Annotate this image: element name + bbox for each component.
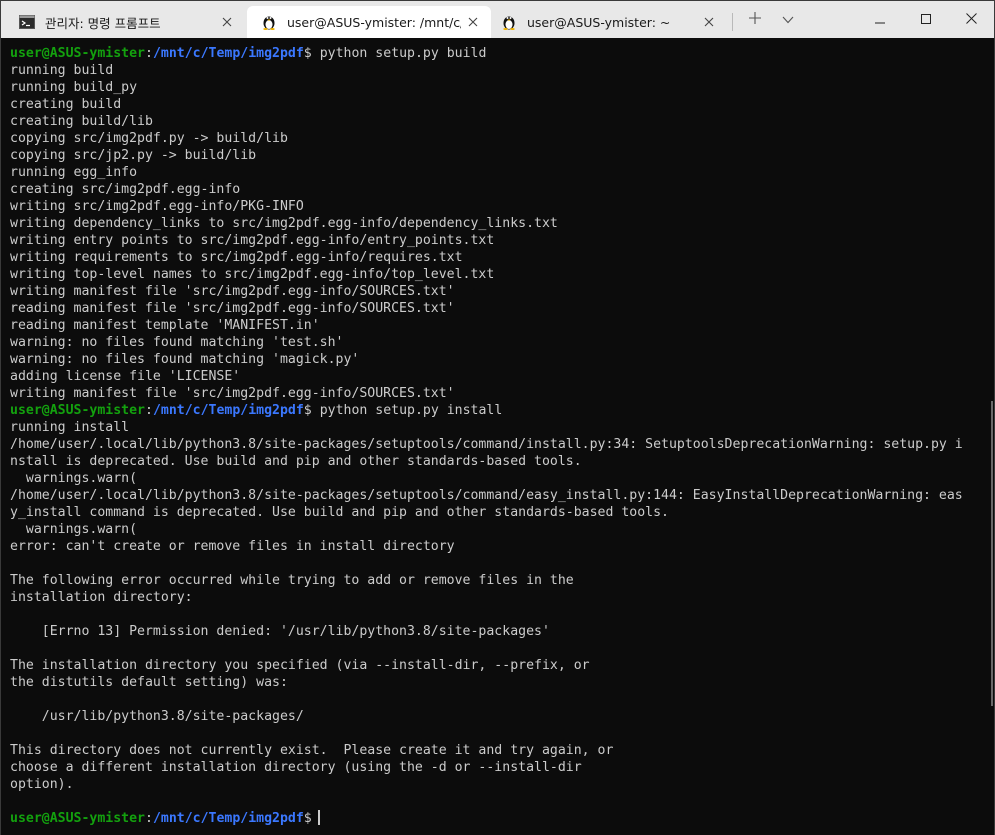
- build-output: running build running build_py creating bu…: [10, 62, 994, 402]
- output-line: reading manifest template 'MANIFEST.in': [10, 318, 320, 333]
- output-line: writing src/img2pdf.egg-info/PKG-INFO: [10, 199, 304, 214]
- prompt-line: user@ASUS-ymister:/mnt/c/Temp/img2pdf$ p…: [10, 402, 994, 419]
- prompt-colon: :: [144, 403, 153, 418]
- output-line: copying src/jp2.py -> build/lib: [10, 148, 257, 163]
- prompt-colon: :: [144, 46, 153, 61]
- output-line: writing top-level names to src/img2pdf.e…: [10, 267, 495, 282]
- output-line: error: can't create or remove files in i…: [10, 539, 455, 554]
- output-line: /usr/lib/python3.8/site-packages/: [10, 709, 304, 724]
- output-line: installation directory:: [10, 590, 193, 605]
- output-line: creating src/img2pdf.egg-info: [10, 182, 241, 197]
- prompt-path: /mnt/c/Temp/img2pdf: [152, 811, 304, 826]
- terminal-window: 관리자: 명령 프롬프트 user@ASUS-ymister: /mnt/c/T…: [0, 0, 995, 835]
- output-line: adding license file 'LICENSE': [10, 369, 241, 384]
- output-line: This directory does not currently exist.…: [10, 743, 614, 758]
- tab-divider: [732, 13, 733, 31]
- prompt-dollar: $: [303, 811, 312, 826]
- output-line: running build: [10, 63, 114, 78]
- title-bar: 관리자: 명령 프롬프트 user@ASUS-ymister: /mnt/c/T…: [1, 1, 994, 38]
- output-line: /home/user/.local/lib/python3.8/site-pac…: [10, 437, 963, 452]
- prompt-line: user@ASUS-ymister:/mnt/c/Temp/img2pdf$ p…: [10, 45, 994, 62]
- tab-title: 관리자: 명령 프롬프트: [45, 15, 161, 31]
- prompt-user: user@ASUS-ymister: [10, 46, 145, 61]
- install-output: running install/home/user/.local/lib/pyt…: [10, 419, 994, 810]
- output-line: [Errno 13] Permission denied: '/usr/lib/…: [10, 624, 550, 639]
- command-text: python setup.py install: [311, 403, 503, 418]
- close-icon[interactable]: [461, 10, 485, 34]
- output-line: writing manifest file 'src/img2pdf.egg-i…: [10, 284, 455, 299]
- minimize-icon: [875, 11, 885, 29]
- output-line: option).: [10, 777, 74, 792]
- maximize-icon: [921, 11, 931, 29]
- close-icon[interactable]: [215, 10, 239, 34]
- scrollbar-thumb[interactable]: [991, 401, 993, 706]
- tab-title: user@ASUS-ymister: /mnt/c/Te: [287, 14, 461, 30]
- output-line: copying src/img2pdf.py -> build/lib: [10, 131, 288, 146]
- command-text: python setup.py build: [311, 46, 487, 61]
- output-line: the distutils default setting) was:: [10, 675, 288, 690]
- output-line: y_install command is deprecated. Use bui…: [10, 505, 669, 520]
- prompt-path: /mnt/c/Temp/img2pdf: [152, 403, 304, 418]
- plus-icon: [749, 11, 761, 29]
- close-window-button[interactable]: [949, 1, 994, 38]
- tab-command-prompt[interactable]: 관리자: 명령 프롬프트: [5, 6, 245, 38]
- cmd-icon: [19, 14, 35, 30]
- output-line: warnings.warn(: [10, 522, 138, 537]
- linux-penguin-icon: [501, 14, 517, 30]
- tab-ubuntu-img2pdf[interactable]: user@ASUS-ymister: /mnt/c/Te: [247, 6, 491, 38]
- prompt-dollar: $: [303, 46, 312, 61]
- output-line: creating build/lib: [10, 114, 153, 129]
- new-tab-button[interactable]: [742, 1, 768, 38]
- output-line: warning: no files found matching 'test.s…: [10, 335, 344, 350]
- prompt-path: /mnt/c/Temp/img2pdf: [152, 46, 304, 61]
- prompt-user: user@ASUS-ymister: [10, 811, 145, 826]
- prompt-user: user@ASUS-ymister: [10, 403, 145, 418]
- tab-title: user@ASUS-ymister: ~: [527, 14, 671, 30]
- output-line: writing manifest file 'src/img2pdf.egg-i…: [10, 386, 455, 401]
- minimize-button[interactable]: [857, 1, 903, 38]
- output-line: writing entry points to src/img2pdf.egg-…: [10, 233, 495, 248]
- close-icon: [966, 11, 977, 29]
- chevron-down-icon: [782, 11, 794, 29]
- prompt-colon: :: [144, 811, 153, 826]
- output-line: warning: no files found matching 'magick…: [10, 352, 360, 367]
- active-prompt-line[interactable]: user@ASUS-ymister:/mnt/c/Temp/img2pdf$: [10, 810, 994, 827]
- output-line: warnings.warn(: [10, 471, 138, 486]
- output-line: The installation directory you specified…: [10, 658, 590, 673]
- output-line: running install: [10, 420, 130, 435]
- output-line: The following error occurred while tryin…: [10, 573, 574, 588]
- tab-dropdown-button[interactable]: [776, 1, 800, 38]
- maximize-button[interactable]: [903, 1, 949, 38]
- output-line: running egg_info: [10, 165, 138, 180]
- close-icon[interactable]: [697, 10, 721, 34]
- text-cursor: [317, 810, 320, 825]
- output-line: /home/user/.local/lib/python3.8/site-pac…: [10, 488, 963, 503]
- output-line: reading manifest file 'src/img2pdf.egg-i…: [10, 301, 455, 316]
- output-line: choose a different installation director…: [10, 760, 582, 775]
- output-line: creating build: [10, 97, 122, 112]
- linux-penguin-icon: [261, 14, 277, 30]
- output-line: nstall is deprecated. Use build and pip …: [10, 454, 582, 469]
- terminal-output[interactable]: user@ASUS-ymister:/mnt/c/Temp/img2pdf$ p…: [1, 38, 994, 835]
- output-line: writing requirements to src/img2pdf.egg-…: [10, 250, 463, 265]
- output-line: writing dependency_links to src/img2pdf.…: [10, 216, 558, 231]
- output-line: running build_py: [10, 80, 138, 95]
- prompt-dollar: $: [303, 403, 312, 418]
- tab-ubuntu-home[interactable]: user@ASUS-ymister: ~: [487, 6, 727, 38]
